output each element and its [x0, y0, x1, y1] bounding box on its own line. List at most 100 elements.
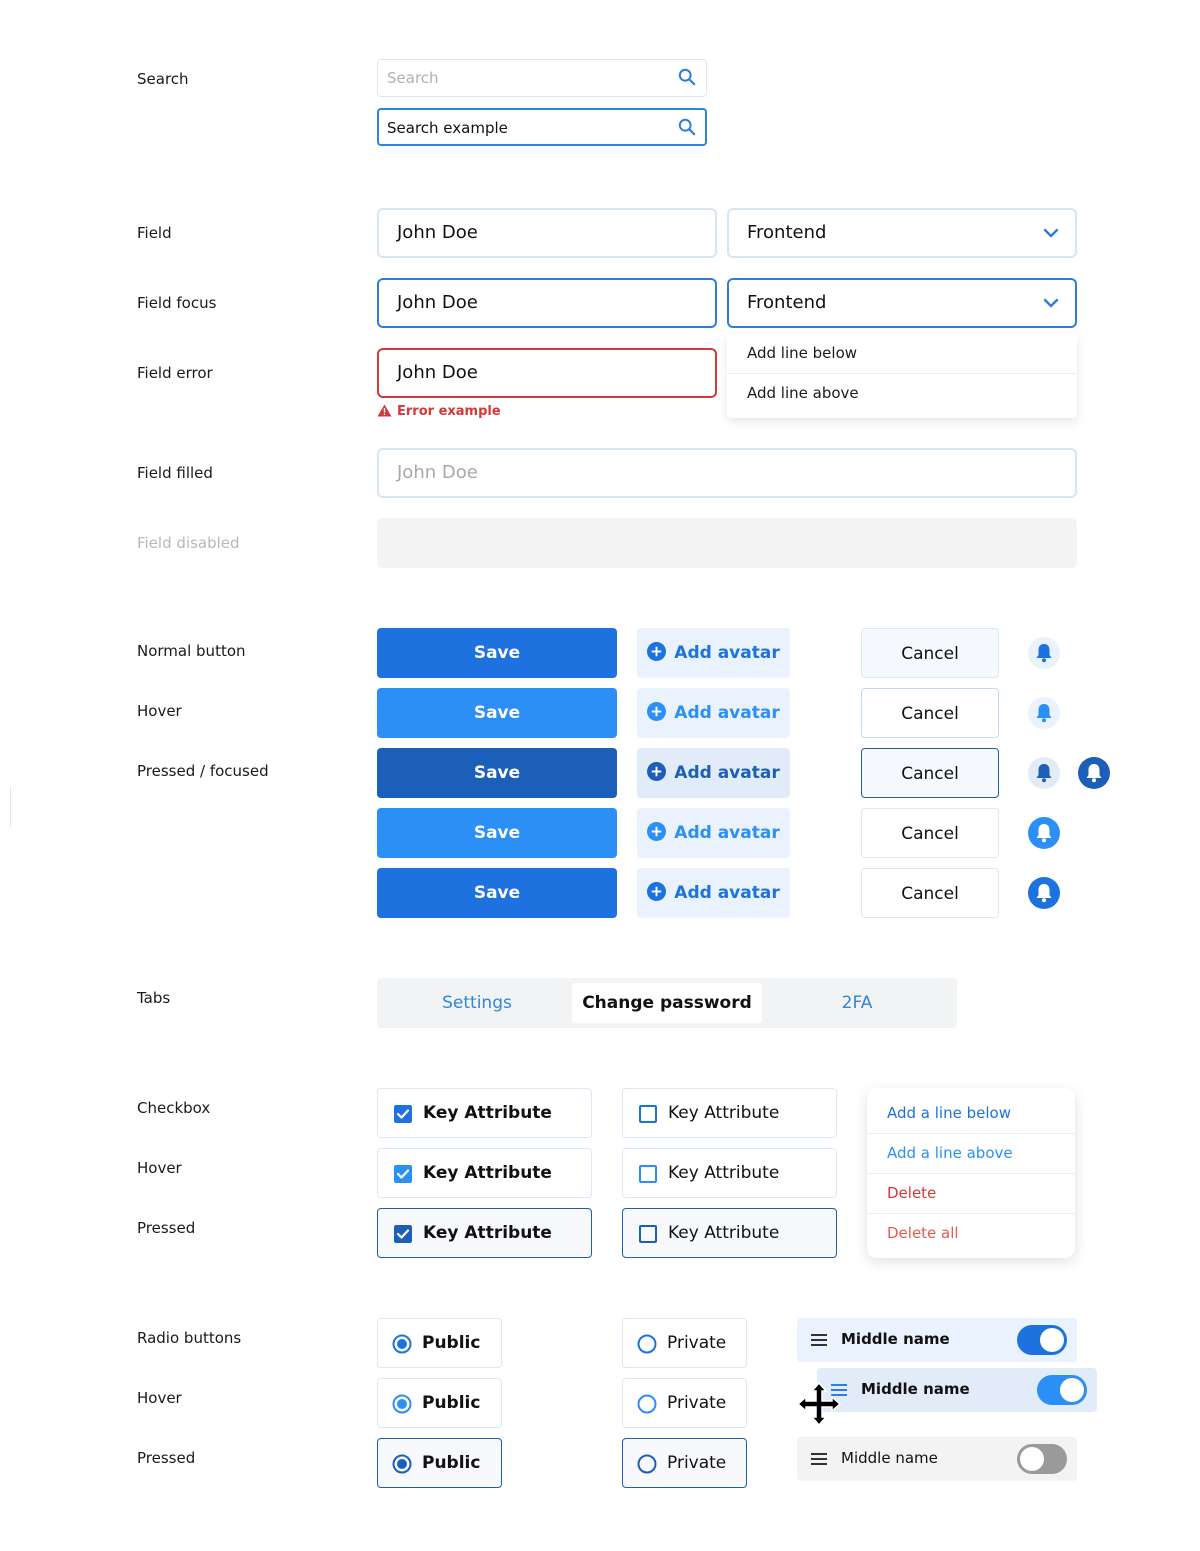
- radio-public-pressed[interactable]: Public: [377, 1438, 502, 1488]
- add-avatar-label: Add avatar: [674, 883, 780, 903]
- check-icon: [394, 1225, 412, 1243]
- checkbox-box: [639, 1105, 657, 1123]
- drag-handle-icon[interactable]: [811, 1452, 827, 1466]
- name-field-value: John Doe: [397, 362, 478, 383]
- search-placeholder: Search: [387, 69, 439, 87]
- bell-button-hover[interactable]: [1028, 697, 1060, 729]
- radio-label: Private: [667, 1333, 727, 1353]
- label-radio-pressed: Pressed: [137, 1449, 196, 1467]
- save-button[interactable]: Save: [377, 628, 617, 678]
- plus-circle-icon: [647, 702, 667, 721]
- context-menu: Add a line below Add a line above Delete…: [867, 1088, 1075, 1258]
- tab-bar: Settings Change password 2FA: [377, 978, 957, 1028]
- checkbox-label: Key Attribute: [423, 1223, 552, 1243]
- tab-change-password[interactable]: Change password: [572, 983, 762, 1023]
- radio-unselected-icon: [637, 1454, 657, 1474]
- field-disabled: [377, 518, 1077, 568]
- cancel-button[interactable]: Cancel: [861, 628, 999, 678]
- save-button-hover[interactable]: Save: [377, 688, 617, 738]
- search-value: Search example: [387, 119, 508, 137]
- cancel-button-variant[interactable]: Cancel: [861, 868, 999, 918]
- label-pressed-focused: Pressed / focused: [137, 762, 269, 780]
- dropdown-option[interactable]: Add line below: [747, 344, 857, 362]
- menu-item-delete-all[interactable]: Delete all: [887, 1224, 959, 1242]
- label-field-filled: Field filled: [137, 464, 213, 482]
- bell-button[interactable]: [1028, 637, 1060, 669]
- search-input-focused[interactable]: Search example: [377, 108, 707, 146]
- bell-button-variant[interactable]: [1028, 817, 1060, 849]
- menu-item-delete[interactable]: Delete: [887, 1184, 936, 1202]
- filled-field-value: John Doe: [397, 462, 478, 483]
- radio-unselected-icon: [637, 1334, 657, 1354]
- name-field-focused[interactable]: John Doe: [377, 278, 717, 328]
- radio-private-pressed[interactable]: Private: [622, 1438, 747, 1488]
- plus-circle-icon: [647, 822, 667, 841]
- add-avatar-button[interactable]: Add avatar: [637, 628, 790, 678]
- add-avatar-button-pressed[interactable]: Add avatar: [637, 748, 790, 798]
- toggle-switch[interactable]: [1017, 1444, 1067, 1474]
- checkbox-checked-hover[interactable]: Key Attribute: [377, 1148, 592, 1198]
- drag-handle-icon[interactable]: [811, 1333, 827, 1347]
- plus-circle-icon: [647, 762, 667, 781]
- add-avatar-button-variant[interactable]: Add avatar: [637, 868, 790, 918]
- name-field-error[interactable]: John Doe: [377, 348, 717, 398]
- save-button-variant[interactable]: Save: [377, 868, 617, 918]
- add-avatar-button-variant[interactable]: Add avatar: [637, 808, 790, 858]
- checkbox-label: Key Attribute: [668, 1103, 780, 1123]
- dropdown-option[interactable]: Add line above: [747, 384, 859, 402]
- label-radio-hover: Hover: [137, 1389, 182, 1407]
- toggle-row[interactable]: Middle name: [797, 1318, 1077, 1362]
- warning-icon: [377, 404, 392, 417]
- field-error-message: Error example: [377, 404, 501, 419]
- cancel-button-hover[interactable]: Cancel: [861, 688, 999, 738]
- toggle-row[interactable]: Middle name: [797, 1437, 1077, 1481]
- search-icon[interactable]: [678, 68, 696, 86]
- save-button-pressed[interactable]: Save: [377, 748, 617, 798]
- select-dropdown-menu: Add line below Add line above: [727, 333, 1077, 418]
- bell-button-pressed[interactable]: [1028, 757, 1060, 789]
- checkbox-unchecked-hover[interactable]: Key Attribute: [622, 1148, 837, 1198]
- chevron-down-icon: [1043, 228, 1059, 238]
- name-field[interactable]: John Doe: [377, 208, 717, 258]
- bell-button-focused[interactable]: [1078, 757, 1110, 789]
- bell-button-variant[interactable]: [1028, 877, 1060, 909]
- tab-2fa[interactable]: 2FA: [762, 983, 952, 1023]
- radio-public-hover[interactable]: Public: [377, 1378, 502, 1428]
- department-select[interactable]: Frontend: [727, 208, 1077, 258]
- checkbox-label: Key Attribute: [668, 1223, 780, 1243]
- menu-item-add-above[interactable]: Add a line above: [887, 1144, 1013, 1162]
- cancel-button-pressed[interactable]: Cancel: [861, 748, 999, 798]
- add-avatar-label: Add avatar: [674, 823, 780, 843]
- name-field-filled[interactable]: John Doe: [377, 448, 1077, 498]
- checkbox-unchecked-pressed[interactable]: Key Attribute: [622, 1208, 837, 1258]
- search-input[interactable]: Search: [377, 59, 707, 97]
- menu-item-add-below[interactable]: Add a line below: [887, 1104, 1011, 1122]
- chevron-down-icon: [1043, 298, 1059, 308]
- label-hover: Hover: [137, 702, 182, 720]
- divider: [867, 1133, 1075, 1134]
- tab-settings[interactable]: Settings: [382, 983, 572, 1023]
- toggle-row-dragging[interactable]: Middle name: [817, 1368, 1097, 1412]
- bell-icon: [1086, 764, 1102, 783]
- checkbox-checked[interactable]: Key Attribute: [377, 1088, 592, 1138]
- checkbox-unchecked[interactable]: Key Attribute: [622, 1088, 837, 1138]
- toggle-switch[interactable]: [1037, 1375, 1087, 1405]
- check-icon: [394, 1105, 412, 1123]
- radio-private[interactable]: Private: [622, 1318, 747, 1368]
- label-search: Search: [137, 70, 189, 88]
- radio-public[interactable]: Public: [377, 1318, 502, 1368]
- label-field-disabled: Field disabled: [137, 534, 240, 552]
- radio-private-hover[interactable]: Private: [622, 1378, 747, 1428]
- checkbox-checked-pressed[interactable]: Key Attribute: [377, 1208, 592, 1258]
- search-icon[interactable]: [678, 118, 696, 136]
- department-select-focused[interactable]: Frontend: [727, 278, 1077, 328]
- toggle-label: Middle name: [841, 1449, 938, 1467]
- label-checkbox-hover: Hover: [137, 1159, 182, 1177]
- name-field-value: John Doe: [397, 222, 478, 243]
- add-avatar-button-hover[interactable]: Add avatar: [637, 688, 790, 738]
- cancel-button-variant[interactable]: Cancel: [861, 808, 999, 858]
- toggle-switch[interactable]: [1017, 1325, 1067, 1355]
- add-avatar-label: Add avatar: [674, 703, 780, 723]
- save-button-variant[interactable]: Save: [377, 808, 617, 858]
- error-text: Error example: [397, 404, 501, 419]
